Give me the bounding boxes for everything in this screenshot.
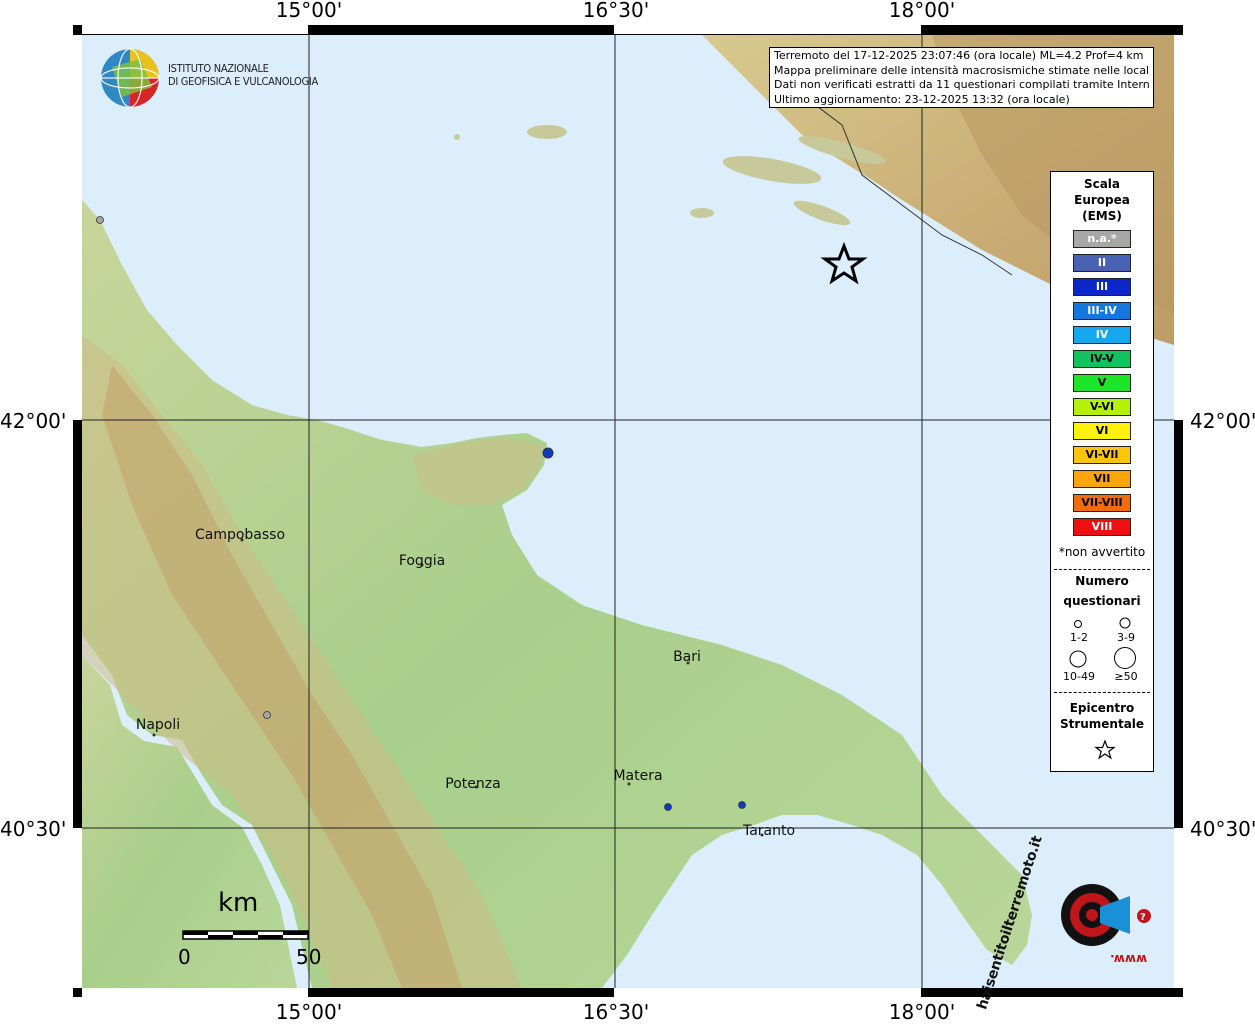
lon-label-top: 16°30' [582, 0, 650, 22]
legend-swatch: VI-VII [1073, 446, 1131, 464]
legend-epicenter-title: Strumentale [1059, 717, 1145, 731]
map-area[interactable] [82, 35, 1174, 988]
legend-title: Scala Europea (EMS) [1051, 176, 1153, 224]
legend-swatch: n.a.* [1073, 230, 1131, 248]
scale-max: 50 [296, 945, 322, 969]
event-info-line: Ultimo aggiornamento: 23-12-2025 13:32 (… [774, 92, 1070, 106]
lon-label-bottom: 15°00' [275, 1000, 343, 1024]
city-label-potenza: Potenza [445, 776, 501, 792]
city-label-napoli: Napoli [135, 717, 181, 733]
city-label-matera: Matera [613, 768, 663, 784]
legend-title-line: (EMS) [1082, 209, 1122, 223]
event-info-line: Dati non verificati estratti da 11 quest… [774, 78, 1149, 91]
na-point [96, 216, 104, 224]
intensity-point [738, 801, 746, 809]
event-info-line: Mappa preliminare delle intensità macros… [774, 63, 1149, 77]
legend-title-line: Europea [1074, 193, 1130, 207]
event-info-line: Terremoto del 17-12-2025 23:07:46 (ora l… [774, 49, 1144, 62]
lat-label-right: 42°00' [1190, 409, 1255, 433]
legend-count-title: Numero [1075, 574, 1129, 588]
legend-divider [1054, 692, 1150, 693]
lat-label-left: 42°00' [0, 409, 67, 433]
count-class-label: 3-9 [1117, 631, 1135, 644]
legend-divider [1054, 569, 1150, 570]
legend-title-line: Scala [1083, 177, 1121, 191]
na-point [263, 711, 271, 719]
legend-swatch: III-IV [1073, 302, 1131, 320]
scale-bar: km 0 50 [178, 888, 328, 969]
ems-legend: Scala Europea (EMS) n.a.* II III III-IV IV IV… [1050, 171, 1154, 772]
intensity-point [664, 803, 672, 811]
haisentito-url: www. [1110, 952, 1148, 966]
lon-label-bottom: 18°00' [888, 1000, 956, 1024]
intensity-point [542, 447, 554, 459]
lon-label-top: 15°00' [275, 0, 343, 22]
lat-label-right: 40°30' [1190, 817, 1255, 841]
legend-swatch: VII-VIII [1073, 494, 1131, 512]
legend-epicenter-title: Epicentro [1069, 701, 1135, 715]
city-label-campobasso: Campobasso [194, 527, 286, 543]
scale-bar-graphic [182, 930, 309, 940]
scale-min: 0 [178, 945, 191, 969]
globe-icon [100, 48, 160, 108]
lon-label-bottom: 16°30' [582, 1000, 650, 1024]
ingv-logo-line2: DI GEOFISICA E VULCANOLOGIA [168, 75, 318, 88]
count-class-label: 1-2 [1070, 631, 1088, 644]
legend-swatch: IV [1073, 326, 1131, 344]
legend-swatch: VIII [1073, 518, 1131, 536]
legend-swatch: V [1073, 374, 1131, 392]
haisentito-logo[interactable]: ? haisentitoilterremoto.it www. [974, 834, 1160, 1011]
star-icon [1094, 739, 1116, 760]
ingv-logo-line1: ISTITUTO NAZIONALE [168, 62, 269, 75]
legend-count-title: questionari [1063, 594, 1141, 608]
city-label-bari: Bari [673, 649, 701, 665]
lat-label-left: 40°30' [0, 817, 67, 841]
legend-swatch: II [1073, 254, 1131, 272]
count-class-label: ≥50 [1114, 670, 1138, 683]
legend-swatch: IV-V [1073, 350, 1131, 368]
legend-swatch: III [1073, 278, 1131, 296]
city-label-taranto: Taranto [742, 823, 796, 839]
map-svg [82, 35, 1174, 988]
scale-unit: km [218, 888, 259, 918]
legend-note: *non avvertito [1058, 545, 1146, 559]
svg-text:?: ? [1140, 912, 1146, 923]
city-label-foggia: Foggia [398, 553, 446, 569]
legend-swatch: V-VI [1073, 398, 1131, 416]
legend-swatch: VII [1073, 470, 1131, 488]
lon-label-top: 18°00' [888, 0, 956, 22]
count-class-label: 10-49 [1063, 670, 1095, 683]
legend-swatch: VI [1073, 422, 1131, 440]
event-info-box: Terremoto del 17-12-2025 23:07:46 (ora l… [769, 47, 1154, 108]
ingv-logo: ISTITUTO NAZIONALE DI GEOFISICA E VULCAN… [100, 47, 320, 111]
